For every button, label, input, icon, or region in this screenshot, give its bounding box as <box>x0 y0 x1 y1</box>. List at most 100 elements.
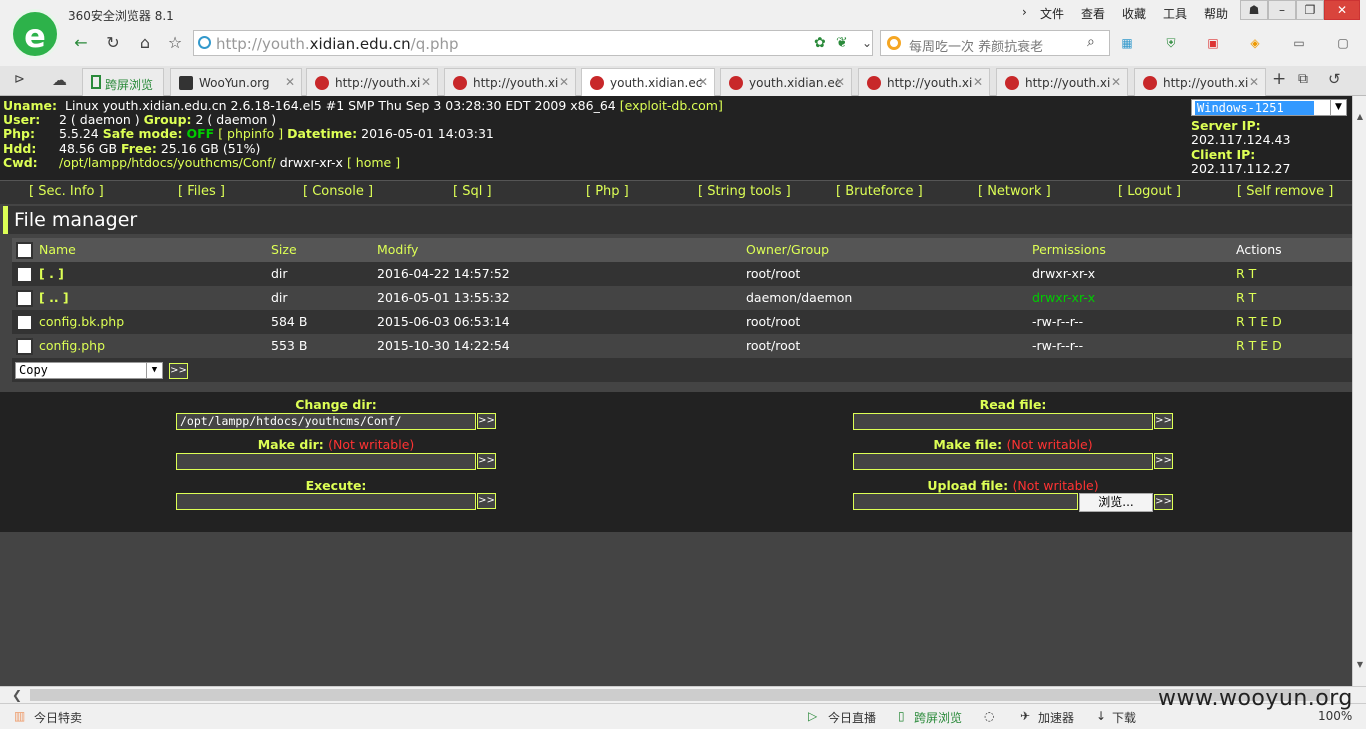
tab-youth-2[interactable]: http://youth.xi ✕ <box>444 68 576 96</box>
row-actions[interactable]: R T E D <box>1236 338 1282 353</box>
refresh-icon[interactable]: ↻ <box>102 33 124 53</box>
shield-icon[interactable]: ⛨ <box>1162 35 1180 51</box>
tab-youth-4[interactable]: youth.xidian.ec ✕ <box>720 68 852 96</box>
row-actions[interactable]: R T E D <box>1236 314 1282 329</box>
address-bar[interactable]: http://youth.xidian.edu.cn/q.php ✿ ❦ <box>193 30 873 56</box>
row-checkbox[interactable] <box>16 290 33 307</box>
tab-youth-1[interactable]: http://youth.xi ✕ <box>306 68 438 96</box>
col-size[interactable]: Size <box>271 242 297 257</box>
sidebar-toggle-icon[interactable]: ⊳ <box>14 72 25 87</box>
menu-help[interactable]: 帮助 <box>1204 5 1228 22</box>
browse-button[interactable]: 浏览... <box>1079 493 1153 512</box>
select-all-checkbox[interactable] <box>16 242 33 259</box>
upload-file-path[interactable] <box>853 493 1078 510</box>
row-actions[interactable]: R T <box>1236 290 1256 305</box>
change-dir-go-button[interactable]: >> <box>477 413 496 429</box>
close-window-button[interactable]: ✕ <box>1324 0 1360 20</box>
status-accelerator[interactable]: 加速器 <box>1038 709 1074 726</box>
nav-logout[interactable]: [ Logout ] <box>1118 184 1181 199</box>
execute-go-button[interactable]: >> <box>477 493 496 509</box>
nav-bruteforce[interactable]: [ Bruteforce ] <box>836 184 923 199</box>
chevron-right-icon[interactable]: › <box>1022 5 1027 19</box>
game-icon[interactable]: ◈ <box>1246 35 1264 51</box>
menu-view[interactable]: 查看 <box>1081 5 1105 22</box>
col-name[interactable]: Name <box>39 242 76 257</box>
file-name-link[interactable]: config.bk.php <box>39 314 124 329</box>
col-owner[interactable]: Owner/Group <box>746 242 829 257</box>
row-checkbox[interactable] <box>16 338 33 355</box>
zoom-level[interactable]: 100% <box>1318 709 1352 723</box>
close-icon[interactable]: ✕ <box>1249 75 1259 89</box>
close-icon[interactable]: ✕ <box>835 75 845 89</box>
nav-network[interactable]: [ Network ] <box>978 184 1051 199</box>
bulk-action-select[interactable]: Copy ▼ <box>15 362 163 379</box>
execute-input[interactable] <box>176 493 476 510</box>
menu-favorites[interactable]: 收藏 <box>1122 5 1146 22</box>
row-checkbox[interactable] <box>16 266 33 283</box>
search-box[interactable]: 每周吃一次 养颜抗衰老 ⌕ <box>880 30 1110 56</box>
cloud-icon[interactable]: ☁ <box>52 71 67 89</box>
nav-sec-info[interactable]: [ Sec. Info ] <box>29 184 104 199</box>
change-dir-input[interactable]: /opt/lampp/htdocs/youthcms/Conf/ <box>176 413 476 430</box>
read-file-go-button[interactable]: >> <box>1154 413 1173 429</box>
nav-files[interactable]: [ Files ] <box>178 184 225 199</box>
tab-youth-6[interactable]: http://youth.xi ✕ <box>996 68 1128 96</box>
phpinfo-link[interactable]: [ phpinfo ] <box>218 126 283 141</box>
status-live[interactable]: 今日直播 <box>828 709 876 726</box>
encoding-select[interactable]: Windows-1251 ▼ <box>1191 99 1347 116</box>
bulk-go-button[interactable]: >> <box>169 363 188 379</box>
col-modify[interactable]: Modify <box>377 242 418 257</box>
security-icon[interactable]: ✿ <box>814 35 826 51</box>
col-permissions[interactable]: Permissions <box>1032 242 1106 257</box>
make-dir-input[interactable] <box>176 453 476 470</box>
tab-list-icon[interactable]: ⧉ <box>1298 71 1308 87</box>
scrollbar-thumb[interactable] <box>30 689 1330 701</box>
tab-youth-7[interactable]: http://youth.xi ✕ <box>1134 68 1266 96</box>
tab-youth-active[interactable]: youth.xidian.ec ✕ <box>581 68 715 97</box>
back-icon[interactable]: ← <box>70 33 92 53</box>
nav-php[interactable]: [ Php ] <box>586 184 629 199</box>
row-checkbox[interactable] <box>16 314 33 331</box>
close-icon[interactable]: ✕ <box>421 75 431 89</box>
menu-tools[interactable]: 工具 <box>1163 5 1187 22</box>
close-icon[interactable]: ✕ <box>973 75 983 89</box>
star-icon[interactable]: ☆ <box>164 33 186 53</box>
status-download[interactable]: 下载 <box>1112 709 1136 726</box>
status-cross-screen[interactable]: 跨屏浏览 <box>914 709 962 726</box>
close-icon[interactable]: ✕ <box>559 75 569 89</box>
make-file-go-button[interactable]: >> <box>1154 453 1173 469</box>
file-name-link[interactable]: [ .. ] <box>39 290 69 305</box>
status-deals[interactable]: 今日特卖 <box>34 709 82 726</box>
tab-cross-screen[interactable]: 跨屏浏览 <box>82 68 164 96</box>
home-icon[interactable]: ⌂ <box>134 33 156 53</box>
close-icon[interactable]: ✕ <box>1111 75 1121 89</box>
row-actions[interactable]: R T <box>1236 266 1256 281</box>
close-icon[interactable]: ✕ <box>285 75 295 89</box>
close-icon[interactable]: ✕ <box>698 75 708 89</box>
tab-wooyun[interactable]: WooYun.org ✕ <box>170 68 302 96</box>
scroll-up-icon[interactable]: ▲ <box>1353 110 1366 124</box>
chevron-down-icon[interactable]: ⌄ <box>856 33 878 53</box>
url-text[interactable]: http://youth.xidian.edu.cn/q.php <box>216 35 459 53</box>
file-name-link[interactable]: config.php <box>39 338 105 353</box>
vertical-scrollbar[interactable]: ▲ ▼ <box>1352 96 1366 686</box>
search-input[interactable]: 每周吃一次 养颜抗衰老 <box>909 36 1043 55</box>
exploit-db-link[interactable]: [exploit-db.com] <box>620 98 723 113</box>
nav-self-remove[interactable]: [ Self remove ] <box>1237 184 1333 199</box>
nav-string-tools[interactable]: [ String tools ] <box>698 184 791 199</box>
make-dir-go-button[interactable]: >> <box>477 453 496 469</box>
nav-sql[interactable]: [ Sql ] <box>453 184 492 199</box>
extension-icon[interactable]: ▢ <box>1334 35 1352 51</box>
scroll-left-icon[interactable]: ❮ <box>12 688 22 702</box>
home-link[interactable]: [ home ] <box>347 155 400 170</box>
file-name-link[interactable]: [ . ] <box>39 266 64 281</box>
scroll-down-icon[interactable]: ▼ <box>1353 658 1366 672</box>
skin-icon[interactable]: ☗ <box>1240 0 1268 20</box>
make-file-input[interactable] <box>853 453 1153 470</box>
menu-file[interactable]: 文件 <box>1040 5 1064 22</box>
screenshot-icon[interactable]: ▭ <box>1290 35 1308 51</box>
undo-close-icon[interactable]: ↺ <box>1328 70 1341 88</box>
new-tab-icon[interactable]: + <box>1272 69 1286 89</box>
tab-youth-5[interactable]: http://youth.xi ✕ <box>858 68 990 96</box>
leaf-icon[interactable]: ❦ <box>836 35 848 51</box>
